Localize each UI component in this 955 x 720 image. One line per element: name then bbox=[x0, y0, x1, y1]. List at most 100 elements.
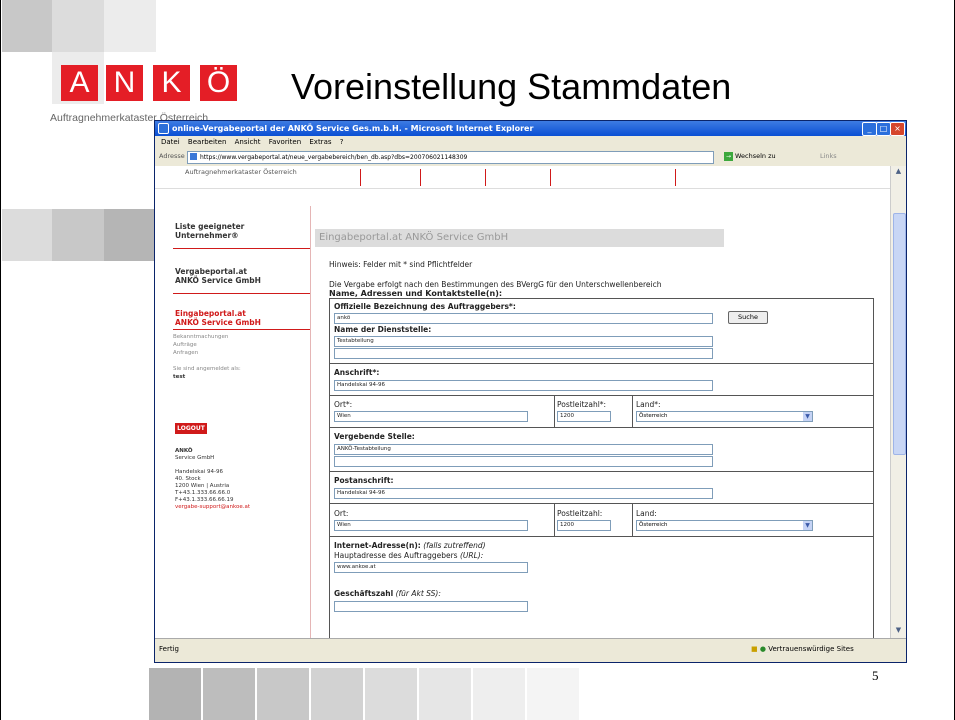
postal-input[interactable]: Handelskai 94-96 bbox=[334, 488, 713, 499]
deco-square bbox=[52, 0, 104, 52]
department-input-2[interactable] bbox=[334, 348, 713, 359]
logo-letter: N bbox=[106, 65, 143, 101]
minimize-button[interactable]: _ bbox=[862, 122, 877, 136]
department-input[interactable]: Testabteilung bbox=[334, 336, 713, 347]
department-label: Name der Dienststelle: bbox=[334, 325, 432, 334]
deco-square bbox=[203, 668, 255, 720]
sidebar-divider bbox=[310, 206, 311, 638]
country2-label: Land: bbox=[636, 509, 657, 518]
main-url-label-row: Hauptadresse des Auftraggebers (URL): bbox=[334, 551, 483, 560]
awarding-input-2[interactable] bbox=[334, 456, 713, 467]
section-heading: Name, Adressen und Kontaktstelle(n): bbox=[329, 289, 503, 298]
vertical-scrollbar[interactable]: ▲ ▼ bbox=[890, 166, 906, 638]
slide-title: Voreinstellung Stammdaten bbox=[291, 66, 732, 107]
logo-letter: K bbox=[153, 65, 190, 101]
zip-input[interactable]: 1200 bbox=[557, 411, 611, 422]
page-icon bbox=[190, 153, 197, 160]
address-input[interactable]: Handelskai 94-96 bbox=[334, 380, 713, 391]
main-area: Eingabeportal.at ANKÖ Service GmbH Hinwe… bbox=[315, 188, 890, 638]
deco-square bbox=[2, 209, 52, 261]
intro-text: Die Vergabe erfolgt nach den Bestimmunge… bbox=[329, 280, 662, 289]
portal-title: Eingabeportal.at ANKÖ Service GmbH bbox=[315, 229, 724, 247]
nav-divider bbox=[173, 293, 310, 294]
chevron-down-icon: ▼ bbox=[803, 521, 812, 530]
country2-value: Österreich bbox=[639, 522, 668, 528]
nav-eingabeportal[interactable]: Eingabeportal.at ANKÖ Service GmbH bbox=[175, 309, 270, 327]
internet-label-row: Internet-Adresse(n): (falls zutreffend) bbox=[334, 541, 486, 550]
menu-datei[interactable]: Datei bbox=[161, 138, 180, 146]
menu-extras[interactable]: Extras bbox=[309, 138, 331, 146]
go-label: Wechseln zu bbox=[735, 152, 776, 160]
file-number-label: Geschäftszahl bbox=[334, 589, 394, 598]
url-field[interactable]: https://www.vergabeportal.at/neue_vergab… bbox=[187, 151, 714, 164]
menu-help[interactable]: ? bbox=[340, 138, 344, 146]
page-content: Auftragnehmerkataster Österreich Liste g… bbox=[155, 166, 890, 638]
nav-vergabeportal[interactable]: Vergabeportal.at ANKÖ Service GmbH bbox=[175, 267, 270, 285]
city2-input[interactable]: Wien bbox=[334, 520, 528, 531]
deco-square bbox=[104, 0, 156, 52]
address-label: Adresse bbox=[159, 152, 185, 160]
contact-line bbox=[175, 462, 250, 469]
header-divider bbox=[420, 169, 421, 186]
file-number-input[interactable] bbox=[334, 601, 528, 612]
nav-sub-bekanntmachungen[interactable]: Bekanntmachungen bbox=[173, 334, 228, 341]
maximize-button[interactable]: □ bbox=[876, 122, 891, 136]
header-divider bbox=[485, 169, 486, 186]
menu-ansicht[interactable]: Ansicht bbox=[235, 138, 261, 146]
nav-sub-anfragen[interactable]: Anfragen bbox=[173, 350, 198, 357]
nav-liste-geeigneter-unternehmer[interactable]: Liste geeigneter Unternehmer® bbox=[175, 222, 265, 240]
menu-bearbeiten[interactable]: Bearbeiten bbox=[188, 138, 226, 146]
form-divider bbox=[330, 395, 873, 396]
nav-sub-auftraege[interactable]: Aufträge bbox=[173, 342, 197, 349]
deco-square bbox=[149, 668, 201, 720]
menu-favoriten[interactable]: Favoriten bbox=[269, 138, 301, 146]
country-select[interactable]: Österreich ▼ bbox=[636, 411, 813, 422]
country2-select[interactable]: Österreich ▼ bbox=[636, 520, 813, 531]
cell-divider bbox=[632, 395, 633, 427]
header-divider bbox=[360, 169, 361, 186]
deco-square bbox=[527, 668, 579, 720]
form-divider bbox=[330, 503, 873, 504]
sidebar: Liste geeigneter Unternehmer® Vergabepor… bbox=[155, 188, 310, 638]
contact-fax: F+43.1.333.66.66.19 bbox=[175, 497, 234, 503]
scroll-up-icon[interactable]: ▲ bbox=[893, 167, 904, 177]
form-divider bbox=[330, 427, 873, 428]
browser-titlebar: online-Vergabeportal der ANKÖ Service Ge… bbox=[155, 121, 906, 136]
logo-letter: Ö bbox=[200, 65, 237, 101]
internet-note: (falls zutreffend) bbox=[423, 541, 486, 550]
deco-square bbox=[104, 209, 154, 261]
search-button[interactable]: Suche bbox=[728, 311, 768, 324]
city2-label: Ort: bbox=[334, 509, 349, 518]
deco-square bbox=[257, 668, 309, 720]
postal-label: Postanschrift: bbox=[334, 476, 394, 485]
form-divider bbox=[330, 363, 873, 364]
main-url-input[interactable]: www.ankoe.at bbox=[334, 562, 528, 573]
contact-line: 40. Stock bbox=[175, 476, 201, 482]
official-name-label: Offizielle Bezeichnung des Auftraggebers… bbox=[334, 302, 516, 311]
cell-divider bbox=[554, 503, 555, 536]
awarding-input[interactable]: ANKÖ-Testabteilung bbox=[334, 444, 713, 455]
scrollbar-thumb[interactable] bbox=[893, 213, 906, 455]
logout-button[interactable]: LOGOUT bbox=[175, 423, 207, 434]
contact-email-link[interactable]: vergabe-support@ankoe.at bbox=[175, 504, 250, 511]
internet-explorer-icon bbox=[158, 123, 169, 134]
close-button[interactable]: × bbox=[890, 122, 905, 136]
deco-square bbox=[52, 209, 104, 261]
awarding-label: Vergebende Stelle: bbox=[334, 432, 415, 441]
official-name-input[interactable]: ankö bbox=[334, 313, 713, 324]
menu-bar: Datei Bearbeiten Ansicht Favoriten Extra… bbox=[155, 136, 906, 148]
go-arrow-icon: → bbox=[724, 152, 733, 161]
go-button[interactable]: → Wechseln zu bbox=[724, 151, 776, 162]
lock-icon: ■ bbox=[751, 645, 758, 653]
deco-square bbox=[419, 668, 471, 720]
deco-square bbox=[365, 668, 417, 720]
logged-in-user: test bbox=[173, 374, 186, 380]
city-input[interactable]: Wien bbox=[334, 411, 528, 422]
scroll-down-icon[interactable]: ▼ bbox=[893, 626, 904, 636]
main-url-note: (URL): bbox=[459, 551, 484, 560]
zip2-input[interactable]: 1200 bbox=[557, 520, 611, 531]
links-label[interactable]: Links bbox=[820, 152, 837, 160]
required-hint: Hinweis: Felder mit * sind Pflichtfelder bbox=[329, 260, 473, 269]
country-label: Land*: bbox=[636, 400, 661, 409]
zone-indicator: ■ ● Vertrauenswürdige Sites bbox=[751, 645, 854, 653]
